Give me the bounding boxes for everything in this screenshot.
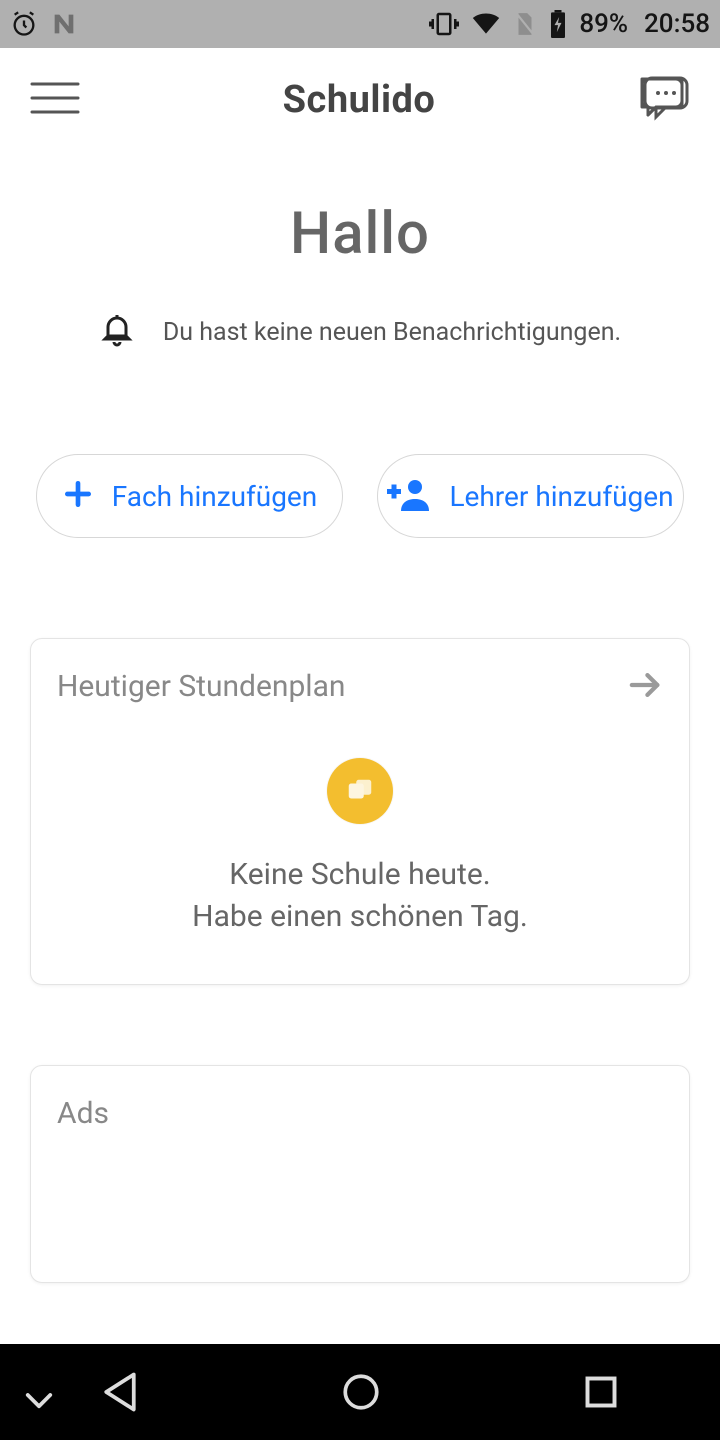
alarm-icon (10, 10, 38, 38)
battery-charging-icon (549, 10, 567, 38)
chat-button[interactable] (638, 75, 690, 125)
back-button[interactable] (101, 1372, 139, 1412)
add-teacher-label: Lehrer hinzufügen (449, 480, 673, 513)
add-subject-button[interactable]: Fach hinzufügen (36, 454, 343, 538)
home-button[interactable] (340, 1371, 382, 1413)
n-icon (50, 10, 78, 38)
clock-time: 20:58 (644, 9, 710, 39)
ads-title: Ads (57, 1096, 663, 1131)
app-title: Schulido (283, 78, 436, 122)
vibrate-icon (429, 11, 459, 37)
android-nav-bar (0, 1344, 720, 1440)
app-header: Schulido (0, 48, 720, 152)
arrow-right-icon (629, 670, 663, 704)
schedule-empty-icon (327, 758, 393, 824)
no-sim-icon (513, 11, 537, 37)
menu-button[interactable] (30, 81, 80, 119)
quick-actions: Fach hinzufügen Lehrer hinzufügen (0, 454, 720, 538)
bell-icon (99, 310, 135, 354)
timetable-empty-message: Keine Schule heute. Habe einen schönen T… (57, 854, 663, 938)
timetable-card[interactable]: Heutiger Stundenplan Keine Schule heute.… (30, 638, 690, 985)
ime-switch-icon[interactable] (24, 1390, 54, 1410)
greeting-text: Hallo (0, 200, 720, 268)
notification-text: Du hast keine neuen Benachrichtigungen. (163, 318, 621, 347)
plus-icon (62, 478, 94, 514)
person-add-icon (387, 477, 431, 515)
add-teacher-button[interactable]: Lehrer hinzufügen (377, 454, 684, 538)
wifi-icon (471, 12, 501, 36)
ads-card: Ads (30, 1065, 690, 1283)
android-status-bar: 89% 20:58 (0, 0, 720, 48)
add-subject-label: Fach hinzufügen (112, 480, 318, 513)
timetable-title: Heutiger Stundenplan (57, 669, 345, 704)
battery-percentage: 89% (579, 9, 628, 39)
recents-button[interactable] (583, 1374, 619, 1410)
hero-section: Hallo Du hast keine neuen Benachrichtigu… (0, 152, 720, 354)
